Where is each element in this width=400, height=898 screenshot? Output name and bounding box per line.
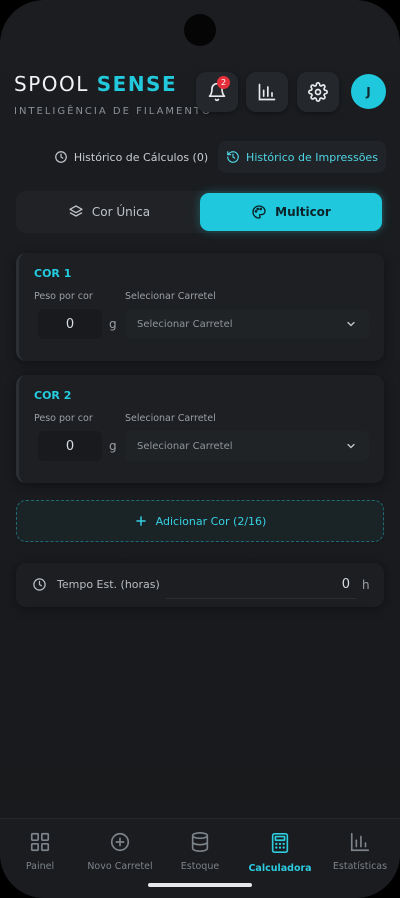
chevron-down-icon bbox=[347, 443, 355, 449]
nav-item-statistics[interactable]: Estatísticas bbox=[320, 831, 400, 872]
database-icon bbox=[191, 832, 209, 852]
tab-calculation-history-label: Histórico de Cálculos (0) bbox=[73, 150, 209, 164]
weight-label: Peso por cor bbox=[34, 291, 93, 302]
weight-input[interactable]: 0 bbox=[38, 309, 102, 339]
weight-unit: g bbox=[109, 439, 117, 453]
time-estimate-label-group: Tempo Est. (horas) bbox=[32, 577, 160, 592]
color-card-title: COR 2 bbox=[34, 389, 72, 402]
color-card-title: COR 1 bbox=[34, 267, 72, 280]
spool-label: Selecionar Carretel bbox=[125, 291, 216, 302]
home-indicator bbox=[148, 883, 252, 887]
color-mode-switch: Cor Única Multicor bbox=[16, 191, 384, 233]
spool-select[interactable]: Selecionar Carretel bbox=[125, 431, 369, 461]
spool-label: Selecionar Carretel bbox=[125, 413, 216, 424]
multicolor-button[interactable]: Multicor bbox=[200, 193, 382, 231]
single-color-label: Cor Única bbox=[91, 205, 151, 219]
spool-select-value: Selecionar Carretel bbox=[137, 318, 233, 330]
app-screen: SPOOL SENSE INTELIGÊNCIA DE FILAMENTO 2 … bbox=[0, 0, 400, 898]
brand: SPOOL SENSE INTELIGÊNCIA DE FILAMENTO bbox=[14, 72, 212, 117]
grid-icon bbox=[30, 832, 50, 852]
nav-item-dashboard[interactable]: Painel bbox=[0, 831, 80, 872]
weight-label: Peso por cor bbox=[34, 413, 93, 424]
clock-icon bbox=[55, 151, 67, 163]
time-unit: h bbox=[362, 578, 370, 592]
add-color-button[interactable]: Adicionar Cor (2/16) bbox=[16, 500, 384, 542]
tab-print-history[interactable]: Histórico de Impressões bbox=[218, 141, 386, 173]
nav-label: Estoque bbox=[180, 861, 220, 872]
nav-label: Novo Carretel bbox=[87, 861, 153, 872]
weight-input[interactable]: 0 bbox=[38, 431, 102, 461]
nav-label: Calculadora bbox=[248, 863, 312, 874]
nav-label: Painel bbox=[25, 861, 55, 872]
notification-badge: 2 bbox=[217, 76, 230, 89]
gear-icon bbox=[308, 82, 328, 102]
history-icon bbox=[227, 151, 239, 163]
nav-label: Estatísticas bbox=[332, 861, 388, 872]
notifications-button[interactable]: 2 bbox=[196, 72, 238, 112]
chevron-down-icon bbox=[347, 321, 355, 327]
nav-item-new-spool[interactable]: Novo Carretel bbox=[80, 831, 160, 872]
time-estimate-input[interactable]: 0 bbox=[166, 573, 356, 599]
bar-chart-icon bbox=[350, 832, 370, 852]
app-logo: SPOOL SENSE bbox=[14, 72, 178, 96]
camera-notch bbox=[184, 14, 216, 46]
spool-select[interactable]: Selecionar Carretel bbox=[125, 309, 369, 339]
plus-circle-icon bbox=[110, 832, 130, 852]
color-card-2: COR 2 Peso por cor Selecionar Carretel 0… bbox=[16, 375, 384, 483]
clock-icon bbox=[33, 578, 46, 591]
spool-select-value: Selecionar Carretel bbox=[137, 440, 233, 452]
tagline: INTELIGÊNCIA DE FILAMENTO bbox=[14, 106, 212, 117]
stats-button[interactable] bbox=[246, 72, 288, 112]
multicolor-label: Multicor bbox=[275, 205, 331, 219]
add-color-label: Adicionar Cor (2/16) bbox=[155, 514, 267, 528]
weight-unit: g bbox=[109, 317, 117, 331]
single-color-button[interactable]: Cor Única bbox=[18, 193, 200, 231]
layers-icon bbox=[69, 205, 83, 217]
time-estimate-card: Tempo Est. (horas) 0 h bbox=[16, 563, 384, 607]
color-card-1: COR 1 Peso por cor Selecionar Carretel 0… bbox=[16, 253, 384, 361]
bar-chart-icon bbox=[258, 83, 276, 101]
tab-print-history-label: Histórico de Impressões bbox=[246, 150, 378, 164]
avatar[interactable]: J bbox=[351, 74, 386, 109]
plus-icon bbox=[135, 516, 146, 526]
settings-button[interactable] bbox=[297, 72, 339, 112]
palette-icon bbox=[252, 205, 266, 219]
time-estimate-label: Tempo Est. (horas) bbox=[57, 578, 160, 591]
nav-item-inventory[interactable]: Estoque bbox=[160, 831, 240, 872]
tab-calculation-history[interactable]: Histórico de Cálculos (0) bbox=[52, 141, 210, 173]
calculator-icon bbox=[271, 833, 289, 853]
nav-item-calculator[interactable]: Calculadora bbox=[240, 831, 320, 874]
